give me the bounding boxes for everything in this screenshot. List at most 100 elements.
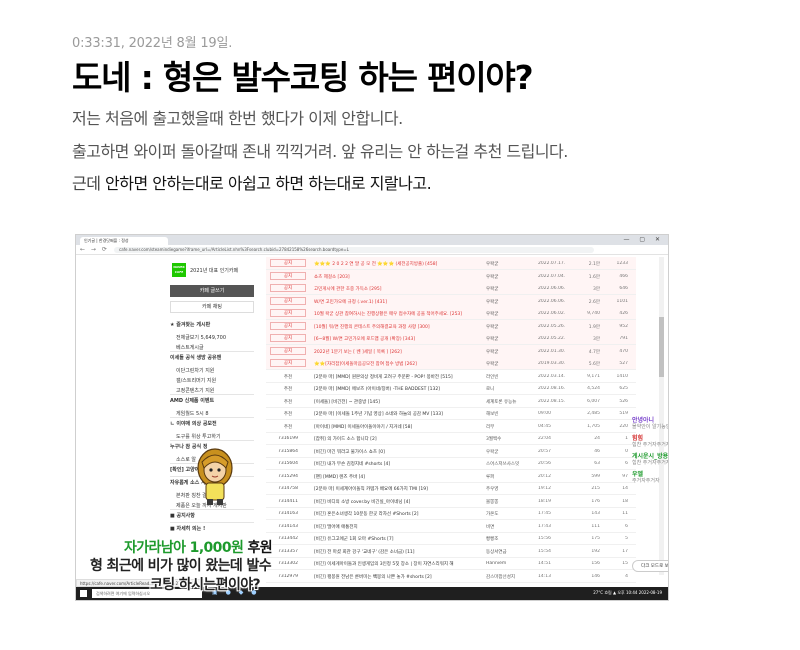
- post-title[interactable]: [2분야 마] 이세계아이돌직 카템가 배요에 66가지 TMI [19]: [314, 486, 484, 492]
- post-title[interactable]: [비긴] 내가 무슨 김정지네 #shorts [4]: [314, 461, 484, 467]
- post-author[interactable]: 우왁굳: [486, 324, 532, 330]
- post-title[interactable]: [잡쥐] 의 가이드 소스 합니다 [2]: [314, 436, 484, 442]
- post-author[interactable]: 우왁굳: [486, 449, 532, 455]
- table-row[interactable]: 추천 [2분야 마] [MMD] 에보즈 (아이네/징버) -THE BADDES…: [266, 382, 636, 395]
- sidebar-item[interactable]: 이세돌 공식 생방 공유맨: [170, 354, 221, 361]
- scroll-thumb[interactable]: [659, 317, 664, 377]
- post-title[interactable]: [비긴] 비디의 소방 cover.by 비긴실_아이네닝 [4]: [314, 499, 484, 505]
- post-author[interactable]: 우왁굳: [486, 361, 532, 367]
- nav-arrows-icon[interactable]: ← → ⟳: [80, 246, 109, 253]
- table-row[interactable]: 7315604 [비긴] 내가 무슨 김정지네 #shorts [4] 스어스저쓰사…: [266, 457, 636, 470]
- sidebar-item[interactable]: ★ 즐겨찾는 게시판: [170, 321, 210, 328]
- post-title[interactable]: [이세돌] [비긴전] ~ 관중방 [145]: [314, 399, 484, 405]
- table-row[interactable]: 7313302 [비긴] 이세게아이돌과 인생게임의 3인정 5짓 장소 | 장이…: [266, 557, 636, 570]
- post-title[interactable]: [10월] 워/면 진행의 콘테스트 주의해결교육 과정 사항 [300]: [314, 324, 484, 330]
- post-title[interactable]: [2분야 마] [MMD] 에보즈 (아이네/징버) -THE BADDEST …: [314, 386, 484, 392]
- table-row[interactable]: 공지 쇼츠 제걸소 [203] 우왁굳 2022.07.04. 1.6만 466: [266, 269, 636, 283]
- post-author[interactable]: 우왁굳: [486, 299, 532, 305]
- sidebar-item[interactable]: 갤/스트리머기 지원: [176, 377, 216, 384]
- post-title[interactable]: 쇼츠 제걸소 [203]: [314, 274, 484, 280]
- sidebar-item[interactable]: ■ 자세히 의는 !: [170, 525, 205, 532]
- post-title[interactable]: [비긴] 혼은소녀생각 10분동 한곳 라자선 #Shorts [2]: [314, 511, 484, 517]
- table-row[interactable]: 7315294 [팬] [MMD] 렌즈 주바 [4] 루퍼 20:12 599 97: [266, 470, 636, 483]
- table-row[interactable]: 추천 [2분야 마] [MMD] 원본의상 정비게 고려구 주문판 - POP! …: [266, 370, 636, 383]
- write-post-button[interactable]: 카페 글쓰기: [170, 285, 254, 297]
- table-row[interactable]: 7314163 [비긴] 혼은소녀생각 10분동 한곳 라자선 #Shorts […: [266, 507, 636, 520]
- table-row[interactable]: 7314143 [비긴] 떨어애 애통전지 비면 17:43 111 6: [266, 520, 636, 533]
- post-author[interactable]: 우왁굳: [486, 261, 532, 267]
- post-title[interactable]: [비긴] 유그고에군 1회 오마 #Shorts [7]: [314, 536, 484, 542]
- post-author[interactable]: 스어스저쓰사스잇: [486, 461, 532, 467]
- post-title[interactable]: [비긴] 팽봉원 전남은 룬버미는 빽봉의 나쁜 놓가 #shorts [2]: [314, 574, 484, 580]
- table-row[interactable]: 7314758 [2분야 마] 이세계아이돌직 카템가 배요에 66가지 TMI …: [266, 482, 636, 495]
- post-author[interactable]: 루퍼: [486, 474, 532, 480]
- sidebar-item[interactable]: 이단그린차기 지원: [176, 367, 214, 374]
- sidebar-item[interactable]: ㄴ 이야애 의상 공모전: [170, 420, 217, 427]
- post-author[interactable]: 우왁굳: [486, 311, 532, 317]
- post-title[interactable]: [비긴] 전 마셨 회관 강구 '교네구' (감은 소녀금) [11]: [314, 549, 484, 555]
- browser-tab[interactable]: 인기글 | 한경닷쩌플 : 정성: [80, 237, 168, 245]
- post-author[interactable]: 감스마팜선성지: [486, 574, 532, 580]
- dark-mode-button[interactable]: 다크 모드로 보기: [632, 560, 668, 572]
- post-author[interactable]: 세계토론 유능뉴: [486, 399, 532, 405]
- post-title[interactable]: 고민게시에 관한 초중 가득소 [295]: [314, 286, 484, 292]
- post-author[interactable]: 해보빈: [486, 411, 532, 417]
- post-author[interactable]: 우왁굳: [486, 349, 532, 355]
- post-title[interactable]: 2022년 1분기 보는 [ 벤 ]세일 [ 목록 ] [262]: [314, 349, 484, 355]
- post-title[interactable]: [2분야 마] [이세돌 1주년 기념 영상] 소네와 하늘의 공감 MV [1…: [314, 411, 484, 417]
- sidebar-item[interactable]: 도구를 위상 투고하기: [176, 433, 221, 440]
- sidebar-item[interactable]: AMD 신제품 이벤트: [170, 397, 214, 404]
- scrollbar[interactable]: [659, 257, 664, 575]
- post-title[interactable]: [팬] [MMD] 렌즈 주바 [4]: [314, 474, 484, 480]
- table-row[interactable]: 7315864 [비긴] 마긴 뭐라고 물가이스 쇼츠 [0] 우왁굳 20:57 46…: [266, 445, 636, 458]
- table-row[interactable]: 7316199 [잡쥐] 의 가이드 소스 합니다 [2] 3월백수 22:04 24 1: [266, 432, 636, 445]
- table-row[interactable]: 추천 [이세돌] [비긴전] ~ 관중방 [145] 세계토론 유능뉴 2022.08…: [266, 395, 636, 408]
- sidebar-item[interactable]: 베스트게시글: [176, 344, 204, 351]
- post-author[interactable]: 동상서연금: [486, 549, 532, 555]
- table-row[interactable]: 공지 [10월] 워/면 진행의 콘테스트 주의해결교육 과정 사항 [300] 우…: [266, 319, 636, 333]
- post-author[interactable]: 비면: [486, 524, 532, 530]
- post-author[interactable]: 가온도: [486, 511, 532, 517]
- table-row[interactable]: 공지 W/면 고민가오에 규정 (.ver.1) [431] 우왁굳 2022.06.…: [266, 294, 636, 308]
- post-author[interactable]: 우왁굳: [486, 274, 532, 280]
- post-author[interactable]: 로니: [486, 386, 532, 392]
- post-title[interactable]: 10월 왁굳 상관 참여하시는 진행상황은 매우 접수자에 공을 적어주세요. …: [314, 311, 484, 317]
- cafe-chat-button[interactable]: 카페 채팅: [170, 301, 254, 313]
- post-title[interactable]: [아이네] [MMD] 이세돌아이돌이야기 / 지거네 [58]: [314, 424, 484, 430]
- table-row[interactable]: 7312979 [비긴] 팽봉원 전남은 룬버미는 빽봉의 나쁜 놓가 #shor…: [266, 570, 636, 583]
- windows-start-icon[interactable]: [80, 590, 87, 597]
- table-row[interactable]: 추천 [2분야 마] [이세돌 1주년 기념 영상] 소네와 하늘의 공감 MV …: [266, 407, 636, 420]
- window-controls-icon[interactable]: — ▢ ✕: [623, 236, 664, 243]
- table-row[interactable]: 공지 10월 왁굳 상관 참여하시는 진행상황은 매우 접수자에 공을 적어주세요…: [266, 307, 636, 320]
- post-title[interactable]: [비긴] 떨어애 애통전지: [314, 524, 484, 530]
- post-title[interactable]: [6~8월] W/면 고민가오에 로드맵 공개 (확장) [343]: [314, 336, 484, 342]
- post-author[interactable]: 라인빈: [486, 374, 532, 380]
- post-author[interactable]: Hanniem: [486, 561, 532, 566]
- post-author[interactable]: 볼뽕뽕: [486, 499, 532, 505]
- url-field[interactable]: cafe.naver.com/steamindiegame?iframe_url…: [114, 247, 594, 253]
- table-row[interactable]: 공지 ⭐⭐[자리잡]이세돌마음공모전 참여 접수 방법 [262] 우왁굳 2019.…: [266, 357, 636, 370]
- post-author[interactable]: 리부: [486, 424, 532, 430]
- post-title[interactable]: ⭐⭐⭐ 2 0 2 2 연 말 공 모 전 ⭐⭐⭐ (세전공지방출) [458]: [314, 261, 484, 267]
- post-author[interactable]: 빵빵조: [486, 536, 532, 542]
- table-row[interactable]: 공지 2022년 1분기 보는 [ 벤 ]세일 [ 목록 ] [262] 우왁굳 20…: [266, 344, 636, 358]
- post-title[interactable]: W/면 고민가오에 규정 (.ver.1) [431]: [314, 299, 484, 305]
- post-author[interactable]: 우왁굳: [486, 336, 532, 342]
- sidebar-item[interactable]: 고정콘텐츠기 지원: [176, 387, 214, 394]
- table-row[interactable]: 공지 고민게시에 관한 초중 가득소 [295] 우왁굳 2022.06.06. 3만 6…: [266, 282, 636, 295]
- table-row[interactable]: 7314411 [비긴] 비디의 소방 cover.by 비긴실_아이네닝 [4]…: [266, 495, 636, 508]
- table-row[interactable]: 추천 [아이네] [MMD] 이세돌아이돌이야기 / 지거네 [58] 리부 04:4…: [266, 420, 636, 433]
- table-row[interactable]: 공지 [6~8월] W/면 고민가오에 로드맵 공개 (확장) [343] 우왁굳 2…: [266, 332, 636, 345]
- sidebar-item[interactable]: 소스로 알: [176, 456, 196, 463]
- post-title[interactable]: [2분야 마] [MMD] 원본의상 정비게 고려구 주문판 - POP! 몽바…: [314, 374, 484, 380]
- post-title[interactable]: [비긴] 이세게아이돌과 인생게임의 3인정 5짓 장소 | 장이 자연스리워지…: [314, 561, 484, 567]
- table-row[interactable]: 7313442 [비긴] 유그고에군 1회 오마 #Shorts [7] 빵빵조 15…: [266, 532, 636, 545]
- post-author[interactable]: 주우영: [486, 486, 532, 492]
- table-row[interactable]: 7313357 [비긴] 전 마셨 회관 강구 '교네구' (감은 소녀금) [1…: [266, 545, 636, 558]
- table-row[interactable]: 공지 ⭐⭐⭐ 2 0 2 2 연 말 공 모 전 ⭐⭐⭐ (세전공지방출) [45…: [266, 257, 636, 270]
- post-author[interactable]: 3월백수: [486, 436, 532, 442]
- post-title[interactable]: ⭐⭐[자리잡]이세돌마음공모전 참여 접수 방법 [262]: [314, 361, 484, 367]
- sidebar-item[interactable]: 전체글보기 5,649,700: [176, 334, 226, 341]
- sidebar-item[interactable]: ■ 공지사항: [170, 512, 195, 519]
- sidebar-item[interactable]: 게임월드 5시 8: [176, 410, 209, 417]
